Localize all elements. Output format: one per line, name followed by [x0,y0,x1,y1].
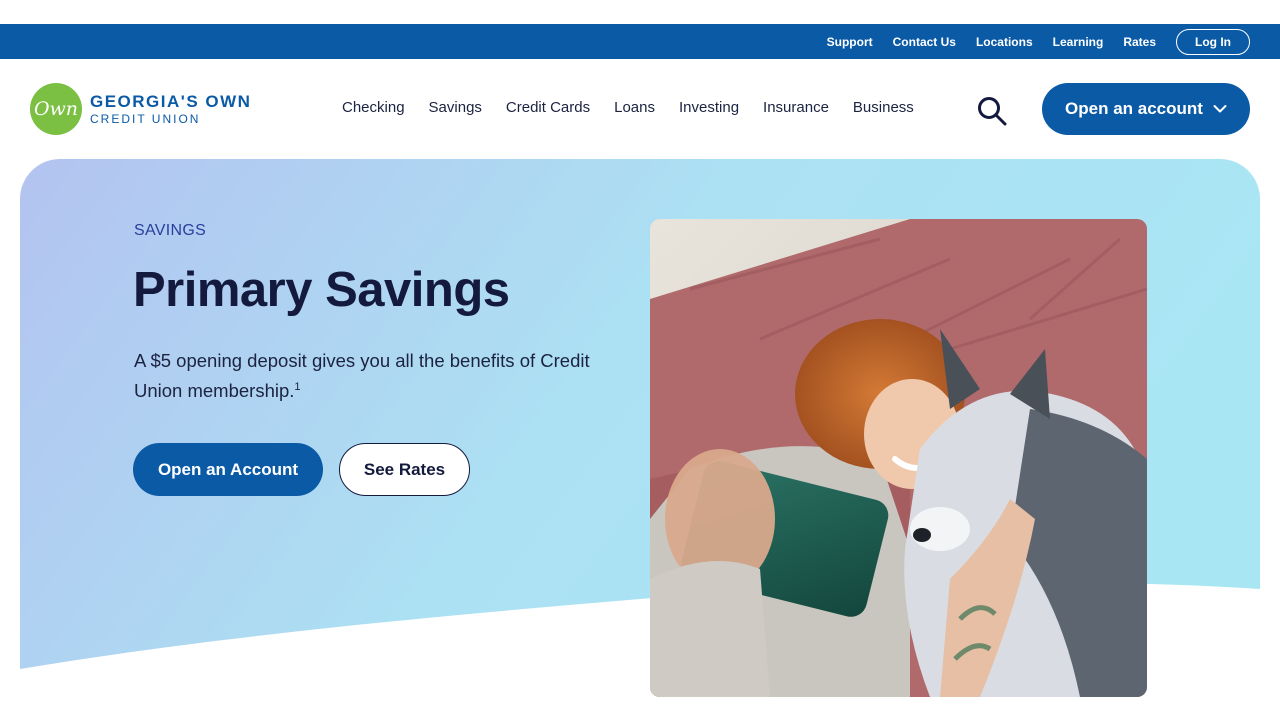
nav-item-credit-cards[interactable]: Credit Cards [506,99,590,116]
logo-mark: Own [30,83,82,135]
open-account-dropdown-button[interactable]: Open an account [1042,83,1250,135]
main-header: Own GEORGIA'S OWN CREDIT UNION Checking … [0,59,1280,159]
logo-name-line1: GEORGIA'S OWN [90,92,252,111]
utility-link-contact-us[interactable]: Contact Us [893,35,956,49]
footnote-marker[interactable]: 1 [294,381,300,393]
login-button[interactable]: Log In [1176,28,1250,55]
hero-photo [650,219,1147,697]
utility-links: Support Contact Us Locations Learning Ra… [827,35,1156,49]
nav-item-savings[interactable]: Savings [429,99,482,116]
utility-link-locations[interactable]: Locations [976,35,1033,49]
hero-description: A $5 opening deposit gives you all the b… [134,346,594,406]
utility-link-support[interactable]: Support [827,35,873,49]
hero-description-text: A $5 opening deposit gives you all the b… [134,350,590,401]
nav-item-loans[interactable]: Loans [614,99,655,116]
nav-item-business[interactable]: Business [853,99,914,116]
see-rates-button[interactable]: See Rates [339,443,470,496]
utility-link-rates[interactable]: Rates [1123,35,1156,49]
brand-logo[interactable]: Own GEORGIA'S OWN CREDIT UNION [30,83,251,135]
logo-name-line2: CREDIT UNION [90,112,201,126]
main-nav: Checking Savings Credit Cards Loans Inve… [342,99,938,116]
nav-item-checking[interactable]: Checking [342,99,405,116]
chevron-down-icon [1213,105,1227,113]
open-account-label: Open an account [1065,99,1203,118]
search-icon[interactable] [976,95,1008,127]
open-account-button[interactable]: Open an Account [133,443,323,496]
hero-eyebrow: SAVINGS [134,222,207,239]
nav-item-insurance[interactable]: Insurance [763,99,829,116]
logo-wordmark: GEORGIA'S OWN CREDIT UNION [90,93,251,125]
utility-link-learning[interactable]: Learning [1053,35,1104,49]
nav-item-investing[interactable]: Investing [679,99,739,116]
page-title: Primary Savings [133,263,510,317]
utility-bar: Support Contact Us Locations Learning Ra… [0,24,1280,59]
